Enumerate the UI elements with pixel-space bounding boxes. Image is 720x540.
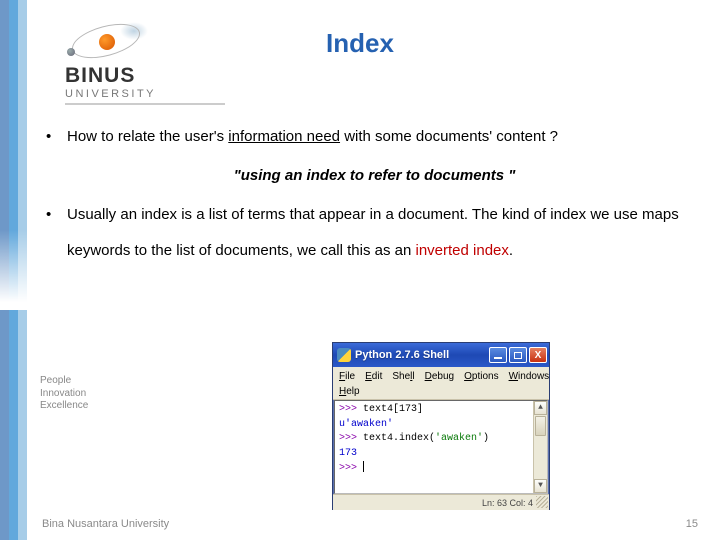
status-text: Ln: 63 Col: 4 xyxy=(482,498,533,508)
window-title: Python 2.7.6 Shell xyxy=(355,349,449,361)
menu-file[interactable]: File xyxy=(339,371,355,382)
bullet-1: How to relate the user's information nee… xyxy=(42,119,682,156)
close-button[interactable]: X xyxy=(529,347,547,363)
page-number: 15 xyxy=(686,518,698,530)
bullet-1-underlined: information need xyxy=(228,128,340,145)
python-shell-window: Python 2.7.6 Shell X File Edit Shell Deb… xyxy=(332,342,550,510)
tagline-1: People xyxy=(40,375,88,388)
menu-debug[interactable]: Debug xyxy=(425,371,454,382)
tagline-2: Innovation xyxy=(40,388,88,401)
code-line-2a: text4.index( xyxy=(363,433,435,444)
page-title: Index xyxy=(0,28,720,59)
body-content: How to relate the user's information nee… xyxy=(42,119,682,270)
footer: Bina Nusantara University 15 xyxy=(0,518,720,530)
bullet-2: Usually an index is a list of terms that… xyxy=(42,197,682,271)
status-bar: Ln: 63 Col: 4 xyxy=(333,494,549,510)
prompt: >>> xyxy=(339,463,363,474)
tagline-3: Excellence xyxy=(40,400,88,413)
menu-bar: File Edit Shell Debug Options Windows He… xyxy=(333,367,549,400)
bullet-1-text-b: with some documents' content ? xyxy=(340,128,558,145)
scroll-up-icon[interactable]: ▲ xyxy=(534,401,547,415)
bullet-2-text-a: Usually an index is a list of terms that… xyxy=(67,206,679,260)
scroll-down-icon[interactable]: ▼ xyxy=(534,479,547,493)
bullet-2-red: inverted index xyxy=(416,242,509,259)
quote-line: "using an index to refer to documents " xyxy=(67,158,682,195)
text-cursor xyxy=(363,461,364,472)
result-2: 173 xyxy=(339,447,545,462)
python-icon xyxy=(337,348,351,362)
menu-edit[interactable]: Edit xyxy=(365,371,382,382)
scroll-thumb[interactable] xyxy=(535,416,546,436)
code-line-2b: 'awaken' xyxy=(435,433,483,444)
prompt: >>> xyxy=(339,433,363,444)
minimize-button[interactable] xyxy=(489,347,507,363)
maximize-button[interactable] xyxy=(509,347,527,363)
code-line-2c: ) xyxy=(483,433,489,444)
menu-options[interactable]: Options xyxy=(464,371,498,382)
window-titlebar[interactable]: Python 2.7.6 Shell X xyxy=(333,343,549,367)
menu-help[interactable]: Help xyxy=(339,386,360,397)
footer-left: Bina Nusantara University xyxy=(42,518,169,530)
side-accent xyxy=(0,0,30,540)
prompt: >>> xyxy=(339,404,363,415)
menu-windows[interactable]: Windows xyxy=(509,371,550,382)
tagline: People Innovation Excellence xyxy=(40,375,88,413)
bullet-2-text-b: . xyxy=(509,242,513,259)
console-area[interactable]: >>> text4[173] u'awaken' >>> text4.index… xyxy=(334,400,548,494)
result-1: u'awaken' xyxy=(339,418,545,433)
brand-sub: UNIVERSITY xyxy=(65,88,235,100)
resize-grip-icon[interactable] xyxy=(536,496,548,508)
bullet-1-text-a: How to relate the user's xyxy=(67,128,228,145)
code-line-1: text4[173] xyxy=(363,404,423,415)
menu-shell[interactable]: Shell xyxy=(392,371,414,382)
scrollbar[interactable]: ▲ ▼ xyxy=(533,401,547,493)
